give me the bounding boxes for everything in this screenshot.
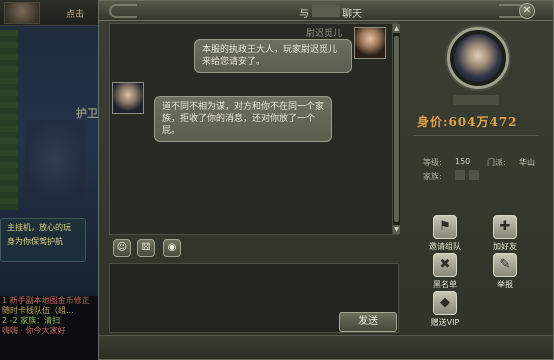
game-task-panel[interactable]: 主挂机，放心的玩 身为你保驾护航	[0, 218, 86, 262]
report-label: 举报	[497, 280, 513, 289]
recipient-avatar[interactable]	[112, 82, 144, 114]
close-button[interactable]: ✕	[519, 3, 535, 19]
game-chat-log: 1 新手副本地图金币修正 随时卡线队伍（组... 2 -2 家族：清扫 嗨嗨 ·…	[0, 296, 112, 360]
level-label: 等级:	[423, 158, 442, 167]
chat-log-line: 随时卡线队伍（组...	[2, 306, 74, 315]
task-line: 主挂机，放心的玩	[7, 223, 71, 232]
add-friend-icon: ✚	[493, 215, 517, 239]
private-chat-window: 与 聊天 ✕ 尉迟觅儿 本服的执政王大人，玩家尉迟觅儿来给您请安了。 道不同不相…	[98, 0, 554, 360]
gift-vip-label: 赠送VIP	[430, 318, 460, 327]
gift-vip-button[interactable]: ◆ 赠送VIP	[425, 291, 465, 328]
flag-icon: ⚑	[433, 215, 457, 239]
blacklist-button[interactable]: ✖ 黑名单	[425, 253, 465, 290]
title-ornament-left	[109, 4, 137, 18]
invite-team-label: 邀请组队	[429, 242, 461, 251]
game-topbar-label: 点击	[66, 10, 85, 20]
profile-panel: 身价:604万472 等级: 150 门派: 华山 家族: ⚑ 邀请组队 ✚ 加…	[403, 23, 549, 333]
invite-team-button[interactable]: ⚑ 邀请组队	[425, 215, 465, 252]
window-bottom-bar	[99, 335, 553, 359]
scroll-thumb[interactable]	[394, 36, 399, 222]
report-icon: ✎	[493, 253, 517, 277]
game-top-bar: 点击	[0, 0, 112, 26]
net-worth-label: 身价:	[417, 115, 449, 129]
send-button[interactable]: 发送	[339, 312, 397, 332]
chat-log-line: 2 -2 家族：清扫	[2, 316, 61, 325]
title-prefix: 与	[299, 9, 309, 20]
game-map-label: 护卫	[76, 107, 98, 120]
message-bubble-outgoing: 本服的执政王大人，玩家尉迟觅儿来给您请安了。	[194, 39, 352, 73]
scroll-up-arrow-icon[interactable]: ▲	[393, 24, 400, 33]
chat-log-line: 嗨嗨 · 你今大家好	[2, 326, 66, 335]
profile-name-redacted	[453, 95, 499, 105]
profile-avatar-ring	[447, 27, 509, 89]
profile-divider	[413, 135, 539, 136]
scroll-down-arrow-icon[interactable]: ▼	[393, 225, 400, 234]
task-line: 身为你保驾护航	[7, 237, 63, 246]
title-player-name	[312, 5, 340, 17]
family-redacted	[455, 170, 465, 180]
chat-scrollbar[interactable]: ▲ ▼	[392, 24, 400, 234]
message-bubble-system: 道不同不相为谋，对方和你不在同一个家族，拒收了你的消息，还对你放了一个屁。	[154, 96, 332, 142]
game-grass-terrain	[0, 30, 18, 210]
dice-icon[interactable]: ⚄	[137, 239, 155, 257]
sender-name: 尉迟觅儿	[306, 29, 343, 39]
net-worth-value: 604万472	[448, 115, 518, 129]
report-button[interactable]: ✎ 举报	[485, 253, 525, 290]
location-icon[interactable]: ◉	[163, 239, 181, 257]
add-friend-label: 加好友	[493, 242, 517, 251]
title-suffix: 聊天	[342, 9, 362, 20]
add-friend-button[interactable]: ✚ 加好友	[485, 215, 525, 252]
blacklist-label: 黑名单	[433, 280, 457, 289]
emoji-icon[interactable]: ☺	[113, 239, 131, 257]
window-titlebar[interactable]: 与 聊天 ✕	[99, 1, 553, 21]
sender-avatar[interactable]	[354, 27, 386, 59]
profile-portrait[interactable]	[454, 34, 502, 82]
sect-label: 门派:	[487, 158, 506, 167]
family-label: 家族:	[423, 172, 442, 181]
game-background: 点击 护卫 主挂机，放心的玩 身为你保驾护航 1 新手副本地图金币修正 随时卡线…	[0, 0, 112, 360]
level-value: 150	[455, 157, 471, 166]
chat-history[interactable]: 尉迟觅儿 本服的执政王大人，玩家尉迟觅儿来给您请安了。 道不同不相为谋，对方和你…	[109, 23, 400, 235]
game-npc-shadow	[25, 120, 85, 200]
sect-value: 华山	[519, 158, 535, 167]
game-player-avatar	[4, 2, 40, 24]
blacklist-icon: ✖	[433, 253, 457, 277]
gift-vip-icon: ◆	[433, 291, 457, 315]
family-redacted	[469, 170, 479, 180]
chat-toolbar: ☺ ⚄ ◉	[109, 237, 399, 259]
chat-log-line: 1 新手副本地图金币修正	[2, 296, 90, 305]
net-worth: 身价:604万472	[417, 113, 518, 130]
